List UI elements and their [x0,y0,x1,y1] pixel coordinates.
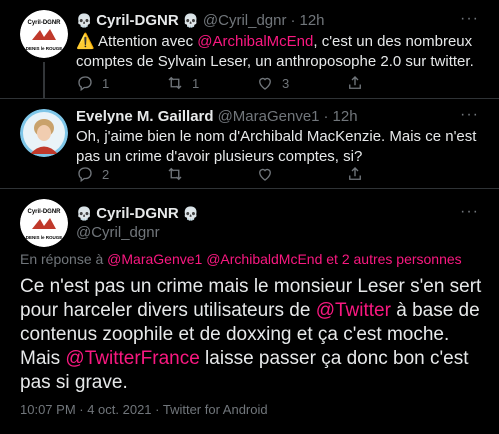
like-count: 3 [282,75,290,91]
handle[interactable]: @Cyril_dgnr [203,12,287,29]
reply-button[interactable]: 2 [76,165,166,183]
display-name[interactable]: Cyril-DGNR [96,12,179,29]
skull-icon: 💀 [76,12,93,28]
tweet-1[interactable]: Cyril-DGNR DENIS le ROUGE 💀 Cyril-DGNR 💀… [0,0,499,98]
separator-dot: · [323,108,329,125]
retweet-button[interactable] [166,165,256,183]
display-name[interactable]: Cyril-DGNR [96,205,179,222]
avatar-text-bottom: DENIS le ROUGE [26,46,63,51]
avatar-text-bottom: DENIS le ROUGE [26,235,63,240]
like-icon [259,77,271,90]
avatar[interactable] [20,109,68,157]
more-icon[interactable]: ··· [460,106,479,124]
main-tweet-text: Ce n'est pas un crime mais le monsieur L… [20,275,490,395]
avatar-text-top: Cyril-DGNR [27,20,61,26]
mention-link[interactable]: @ArchibalMcEnd [197,33,313,50]
reply-icon [78,76,92,92]
display-name[interactable]: Evelyne M. Gaillard [76,108,214,125]
reply-to-prefix: En réponse à [20,251,108,267]
reply-to-others[interactable]: et 2 autres personnes [322,251,461,267]
time[interactable]: 12h [333,108,358,125]
reply-count: 1 [102,75,110,91]
more-icon[interactable]: ··· [460,10,479,28]
replying-to: En réponse à @MaraGenve1 @ArchibaldMcEnd… [20,251,462,267]
like-button[interactable] [256,165,346,183]
tweet-text: Oh, j'aime bien le nom d'Archibald MacKe… [76,128,477,165]
share-icon [349,76,361,89]
tweet-2[interactable]: Evelyne M. Gaillard @MaraGenve1 · 12h ··… [0,99,499,188]
action-bar: 2 [76,165,364,183]
main-tweet-handle-row: @Cyril_dgnr [76,224,160,241]
share-button[interactable] [346,74,364,92]
reply-button[interactable]: 1 [76,74,166,92]
avatar[interactable]: Cyril-DGNR DENIS le ROUGE [20,10,68,58]
mention-link[interactable]: @Twitter [316,300,391,321]
time[interactable]: 12h [299,12,324,29]
handle[interactable]: @Cyril_dgnr [76,224,160,241]
share-button[interactable] [346,165,364,183]
tweet-header: 💀 Cyril-DGNR 💀 @Cyril_dgnr · 12h [76,12,325,29]
mention-link[interactable]: @TwitterFrance [65,348,199,369]
tweet-timestamp[interactable]: 10:07 PM · 4 oct. 2021 · Twitter for And… [20,402,268,417]
text-part: ⚠️ Attention avec [76,33,198,50]
reply-to-mentions[interactable]: @MaraGenve1 @ArchibaldMcEnd [107,251,322,267]
main-tweet-name-row: 💀 Cyril-DGNR 💀 [76,205,199,222]
avatar[interactable]: Cyril-DGNR DENIS le ROUGE [20,199,68,247]
action-bar: 1 1 3 [76,74,364,92]
reply-icon [78,167,92,183]
reply-count: 2 [102,166,110,182]
handle[interactable]: @MaraGenve1 [218,108,320,125]
retweet-button[interactable]: 1 [166,74,256,92]
thread-line [43,62,45,98]
avatar-text-top: Cyril-DGNR [27,209,61,215]
skull-icon: 💀 [182,12,199,28]
share-icon [349,167,361,180]
skull-icon: 💀 [76,205,93,221]
retweet-count: 1 [192,75,200,91]
retweet-icon [168,167,182,181]
separator-dot: · [290,12,296,29]
more-icon[interactable]: ··· [460,203,479,221]
divider [0,188,499,189]
tweet-text: ⚠️ Attention avec @ArchibalMcEnd, c'est … [76,32,486,72]
like-icon [259,168,271,181]
like-button[interactable]: 3 [256,74,346,92]
tweet-header: Evelyne M. Gaillard @MaraGenve1 · 12h [76,108,358,125]
skull-icon: 💀 [182,205,199,221]
retweet-icon [168,76,182,90]
